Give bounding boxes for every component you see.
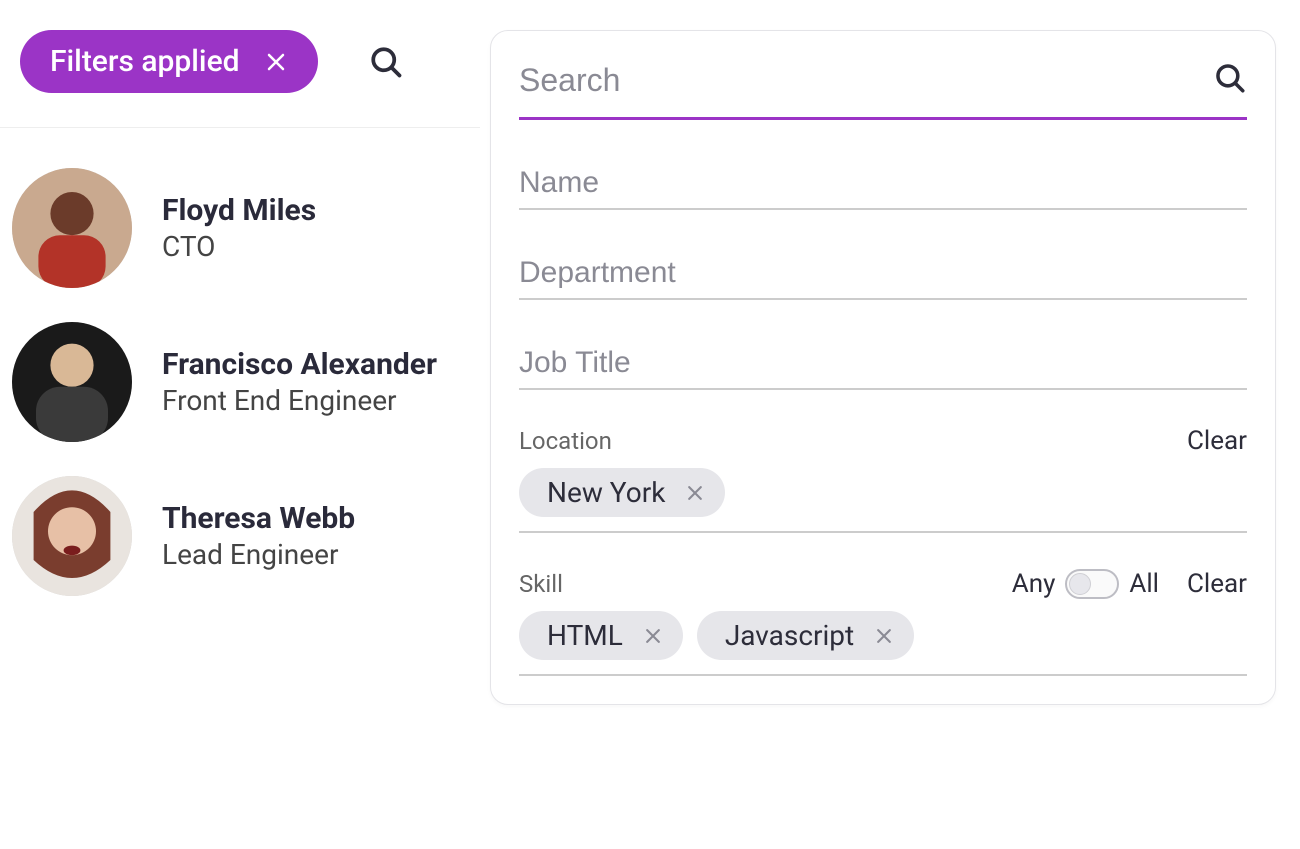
department-field xyxy=(519,256,1247,300)
person-name: Francisco Alexander xyxy=(162,347,437,382)
search-row xyxy=(519,61,1247,120)
skill-header-controls: Any All Clear xyxy=(1012,569,1247,599)
avatar xyxy=(12,168,132,288)
list-item[interactable]: Francisco Alexander Front End Engineer xyxy=(12,322,468,442)
person-name: Theresa Webb xyxy=(162,501,355,536)
filters-applied-pill[interactable]: Filters applied xyxy=(20,30,318,93)
skill-match-toggle: Any All xyxy=(1012,569,1159,599)
person-title: Front End Engineer xyxy=(162,384,437,417)
filter-panel: Location Clear New York Skill Any All Cl… xyxy=(490,30,1276,705)
skill-clear-button[interactable]: Clear xyxy=(1187,569,1247,599)
skill-chip[interactable]: Javascript xyxy=(697,611,914,660)
remove-chip-icon[interactable] xyxy=(643,626,663,646)
open-search-icon[interactable] xyxy=(366,42,406,82)
location-clear-button[interactable]: Clear xyxy=(1187,426,1247,456)
search-input[interactable] xyxy=(519,62,1213,99)
toggle-any-label: Any xyxy=(1012,569,1056,599)
name-field xyxy=(519,166,1247,210)
department-input[interactable] xyxy=(519,256,1247,290)
skill-chip[interactable]: HTML xyxy=(519,611,683,660)
skill-label: Skill xyxy=(519,570,563,598)
person-title: CTO xyxy=(162,230,316,263)
person-info: Francisco Alexander Front End Engineer xyxy=(162,347,437,417)
avatar xyxy=(12,322,132,442)
chip-label: New York xyxy=(547,476,665,509)
job-title-field xyxy=(519,346,1247,390)
any-all-toggle[interactable] xyxy=(1065,569,1119,599)
remove-chip-icon[interactable] xyxy=(685,483,705,503)
person-title: Lead Engineer xyxy=(162,538,355,571)
location-chips: New York xyxy=(519,468,1247,517)
skill-filter: Skill Any All Clear HTML Javascript xyxy=(519,569,1247,676)
person-info: Floyd Miles CTO xyxy=(162,193,316,263)
search-icon[interactable] xyxy=(1213,61,1247,99)
person-name: Floyd Miles xyxy=(162,193,316,228)
toggle-all-label: All xyxy=(1129,569,1159,599)
chip-label: HTML xyxy=(547,619,623,652)
directory-header: Filters applied xyxy=(0,30,480,128)
location-chip[interactable]: New York xyxy=(519,468,725,517)
location-filter: Location Clear New York xyxy=(519,426,1247,533)
avatar xyxy=(12,476,132,596)
remove-chip-icon[interactable] xyxy=(874,626,894,646)
clear-filters-icon[interactable] xyxy=(264,50,288,74)
chip-label: Javascript xyxy=(725,619,854,652)
people-list: Floyd Miles CTO Francisco Alexander Fron… xyxy=(0,128,480,596)
filters-applied-label: Filters applied xyxy=(50,44,240,79)
location-label: Location xyxy=(519,427,612,455)
list-item[interactable]: Theresa Webb Lead Engineer xyxy=(12,476,468,596)
job-title-input[interactable] xyxy=(519,346,1247,380)
name-input[interactable] xyxy=(519,166,1247,200)
skill-header: Skill Any All Clear xyxy=(519,569,1247,599)
location-header: Location Clear xyxy=(519,426,1247,456)
list-item[interactable]: Floyd Miles CTO xyxy=(12,168,468,288)
person-info: Theresa Webb Lead Engineer xyxy=(162,501,355,571)
skill-chips: HTML Javascript xyxy=(519,611,1247,660)
people-directory: Filters applied Floyd Miles CTO Francisc xyxy=(0,0,480,630)
